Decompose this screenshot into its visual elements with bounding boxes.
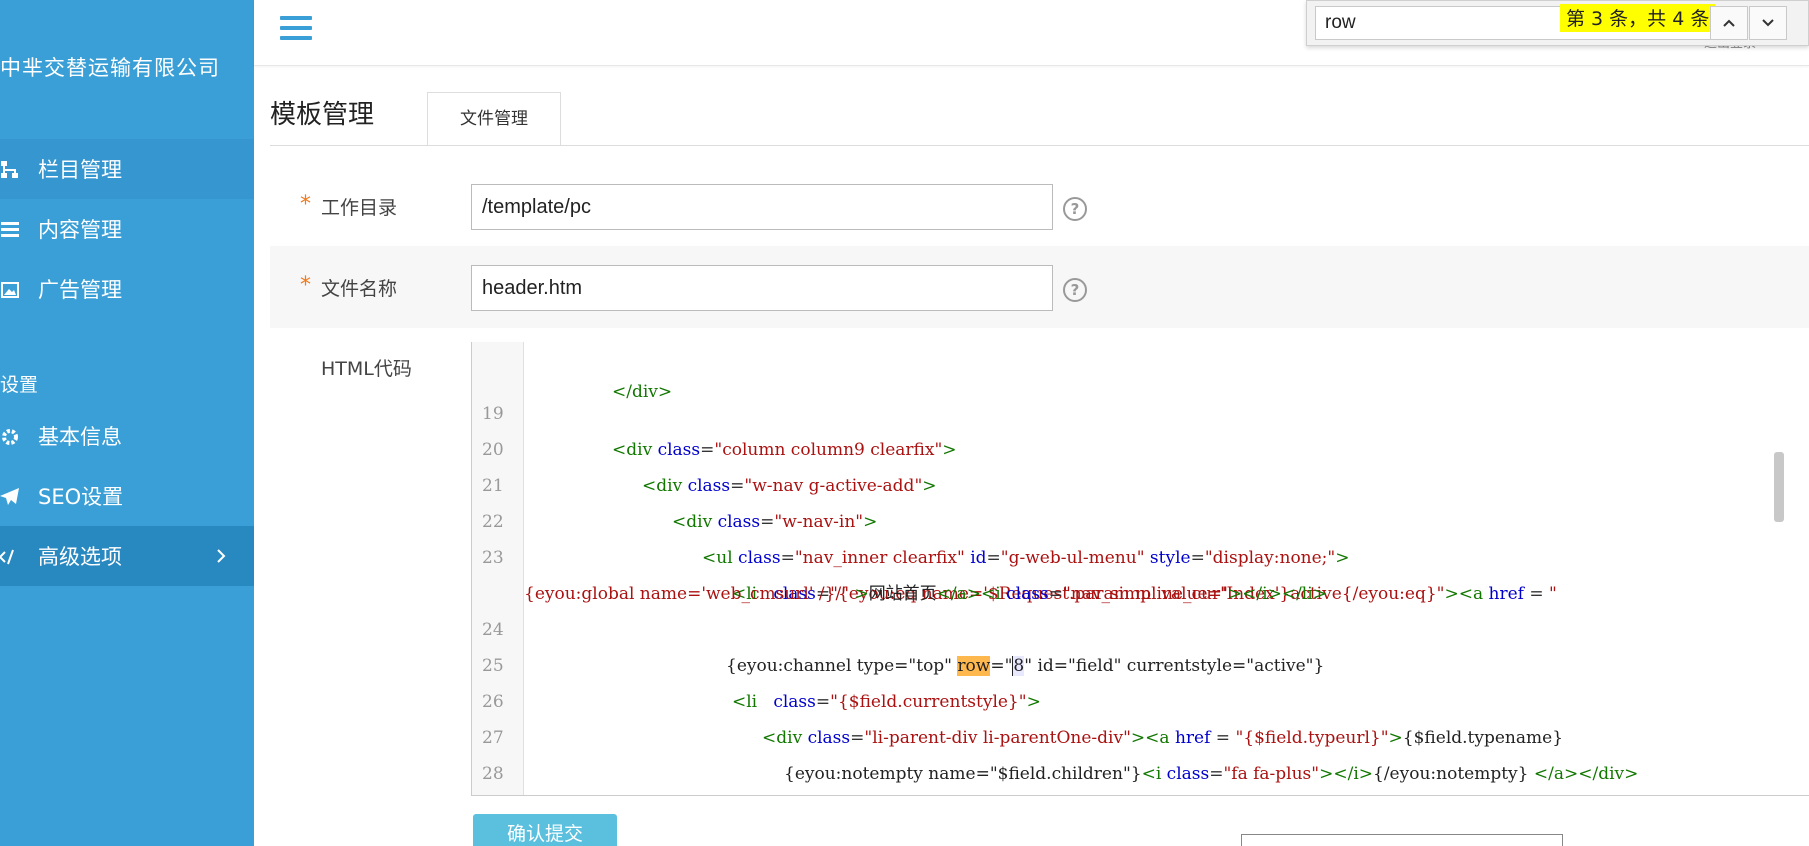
sidebar-item-basic-info[interactable]: 基本信息	[0, 406, 254, 466]
help-icon[interactable]: ?	[1063, 197, 1087, 221]
code-line: 19 <div class="column column9 clearfix">	[482, 404, 957, 460]
image-icon	[0, 280, 20, 300]
code-line: 20 <div class="w-nav g-active-add">	[482, 440, 937, 496]
code-line: 28 <i class="nav_simpline_cur"></i> {eyo…	[482, 764, 504, 784]
find-previous-button[interactable]	[1710, 6, 1748, 40]
gear-icon	[0, 427, 20, 447]
sidebar-item-ads[interactable]: 广告管理	[0, 259, 254, 319]
code-line: 22 <ul class="nav_inner clearfix" id="g-…	[482, 512, 1350, 568]
html-code-label: HTML代码	[321, 358, 412, 380]
help-icon[interactable]: ?	[1063, 278, 1087, 302]
find-bar: row 第 3 条，共 4 条	[1306, 0, 1809, 46]
required-mark: *	[300, 273, 311, 298]
required-mark: *	[300, 192, 311, 217]
tab-divider	[270, 145, 1809, 146]
sidebar-item-label: 内容管理	[38, 218, 122, 242]
code-line: 24 {eyou:channel type="top" row="8" id="…	[482, 620, 1325, 676]
sitemap-icon	[0, 160, 20, 180]
footer-widget	[1241, 834, 1563, 846]
sidebar-item-label: 基本信息	[38, 425, 122, 449]
paper-plane-icon	[0, 487, 20, 507]
code-line: 21 <div class="w-nav-in">	[482, 476, 878, 532]
sidebar-item-label: SEO设置	[38, 485, 124, 509]
sidebar-item-seo[interactable]: SEO设置	[0, 466, 254, 526]
sidebar-item-label: 高级选项	[38, 545, 122, 569]
code-editor[interactable]: </div> 19 <div class="column column9 cle…	[471, 342, 1809, 796]
workdir-input[interactable]: /template/pc	[471, 184, 1053, 230]
list-icon	[0, 220, 20, 240]
filename-input[interactable]: header.htm	[471, 265, 1053, 311]
sidebar-item-content[interactable]: 内容管理	[0, 199, 254, 259]
editor-scrollbar[interactable]	[1774, 452, 1784, 522]
sidebar-item-label: 广告管理	[38, 278, 122, 302]
code-icon	[0, 547, 20, 567]
chevron-right-icon	[212, 546, 230, 564]
sidebar-section-title: 设置	[0, 374, 39, 396]
code-line: 26 <div class="li-parent-div li-parentOn…	[482, 692, 1564, 748]
code-line: 29 <div class="submenu">	[472, 756, 1809, 792]
code-line: 25 <li class="{$field.currentstyle}">	[482, 656, 1041, 712]
find-match-count: 第 3 条，共 4 条	[1560, 4, 1716, 32]
filename-label: 文件名称	[321, 278, 398, 300]
company-name: 中芈交替运输有限公司	[0, 56, 220, 80]
sidebar-item-label: 栏目管理	[38, 158, 122, 182]
code-line: {eyou:global name='web_cmsurl' /}/" >网站首…	[524, 584, 1327, 604]
sidebar-item-columns[interactable]: 栏目管理	[0, 139, 254, 199]
code-line: 23 <li class="{eyou:eq name='$Request.pa…	[482, 548, 1557, 604]
sidebar-item-advanced[interactable]: 高级选项	[0, 526, 254, 586]
menu-toggle-icon[interactable]	[280, 16, 312, 42]
page-title: 模板管理	[270, 100, 375, 130]
chevron-up-icon	[1723, 19, 1735, 27]
code-line: 27 {eyou:notempty name="$field.children"…	[482, 728, 1639, 784]
tab-file-management[interactable]: 文件管理	[427, 92, 561, 146]
find-next-button[interactable]	[1749, 6, 1787, 40]
sidebar: 中芈交替运输有限公司 栏目管理 内容管理 广告管理 设置 基本信息 SEO设置	[0, 0, 254, 846]
chevron-down-icon	[1762, 19, 1774, 27]
submit-button[interactable]: 确认提交	[473, 814, 617, 846]
workdir-label: 工作目录	[321, 197, 398, 219]
